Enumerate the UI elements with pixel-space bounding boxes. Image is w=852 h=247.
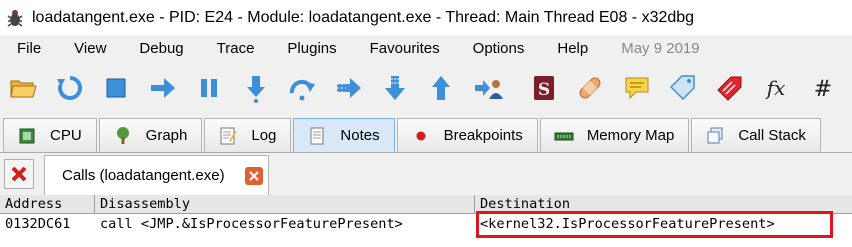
- bookmark-button[interactable]: [713, 68, 747, 108]
- toolbar: S fx #: [0, 61, 852, 115]
- tab-log[interactable]: Log: [204, 118, 292, 152]
- tab-notes[interactable]: Notes: [293, 118, 395, 152]
- menu-bar: File View Debug Trace Plugins Favourites…: [0, 35, 852, 61]
- label-button[interactable]: [666, 68, 700, 108]
- close-all-tabs-button[interactable]: [4, 159, 34, 189]
- window-title: loadatangent.exe - PID: E24 - Module: lo…: [32, 8, 695, 26]
- restart-icon: [56, 75, 82, 100]
- tab-breakpoints[interactable]: Breakpoints: [396, 118, 538, 152]
- menu-help[interactable]: Help: [540, 40, 604, 57]
- menu-file[interactable]: File: [0, 40, 57, 57]
- patch-icon: [579, 77, 601, 99]
- breakpoint-icon: [410, 125, 432, 147]
- tab-breakpoints-label: Breakpoints: [443, 127, 523, 144]
- comment-button[interactable]: [620, 68, 654, 108]
- menu-view[interactable]: View: [57, 40, 122, 57]
- animate-over-button[interactable]: [378, 68, 412, 108]
- column-header-disassembly[interactable]: Disassembly: [95, 195, 475, 214]
- step-into-button[interactable]: [238, 68, 272, 108]
- main-tab-bar: CPU Graph Log Notes Breakpoints Memory M…: [0, 115, 852, 153]
- calls-tab-label: Calls (loadatangent.exe): [62, 167, 225, 184]
- title-bar: loadatangent.exe - PID: E24 - Module: lo…: [0, 0, 852, 35]
- cpu-icon: [16, 125, 38, 147]
- svg-text:fx: fx: [765, 76, 786, 100]
- scylla-button[interactable]: S: [527, 68, 561, 108]
- execute-till-return-button[interactable]: [424, 68, 458, 108]
- animate-over-icon: [384, 76, 405, 100]
- bug-icon: [7, 9, 23, 27]
- pause-button[interactable]: [192, 68, 226, 108]
- row-disassembly: call <JMP.&IsProcessorFeaturePresent>: [100, 216, 403, 232]
- function-button[interactable]: fx: [759, 68, 793, 108]
- menu-options[interactable]: Options: [456, 40, 541, 57]
- menu-favourites[interactable]: Favourites: [353, 40, 456, 57]
- menu-plugins[interactable]: Plugins: [270, 40, 352, 57]
- destination-highlight-box: [476, 211, 833, 238]
- open-icon: [10, 80, 37, 98]
- open-button[interactable]: [6, 68, 40, 108]
- tab-graph[interactable]: Graph: [98, 118, 203, 152]
- tab-memory-map-label: Memory Map: [586, 127, 675, 144]
- execute-till-return-icon: [432, 76, 451, 100]
- close-tab-button[interactable]: [245, 167, 263, 185]
- menu-trace[interactable]: Trace: [200, 40, 271, 57]
- patch-button[interactable]: [573, 68, 607, 108]
- run-to-user-code-button[interactable]: [471, 68, 505, 108]
- restart-button[interactable]: [52, 68, 86, 108]
- tab-call-stack[interactable]: Call Stack: [691, 118, 821, 152]
- references-tab-bar: Calls (loadatangent.exe): [0, 153, 852, 195]
- tab-cpu-label: CPU: [50, 127, 82, 144]
- animate-into-button[interactable]: [331, 68, 365, 108]
- stop-button[interactable]: [99, 68, 133, 108]
- menu-debug[interactable]: Debug: [122, 40, 199, 57]
- step-into-icon: [246, 76, 265, 103]
- pause-icon: [201, 79, 218, 97]
- graph-icon: [112, 125, 134, 147]
- log-icon: [217, 125, 239, 147]
- tab-memory-map[interactable]: Memory Map: [539, 118, 690, 152]
- svg-text:#: #: [814, 77, 832, 102]
- tab-notes-label: Notes: [340, 127, 380, 144]
- comment-icon: [625, 77, 649, 100]
- tab-log-label: Log: [251, 127, 277, 144]
- run-to-user-code-icon: [474, 80, 503, 99]
- bookmark-icon: [717, 76, 742, 101]
- scylla-icon: S: [533, 76, 554, 100]
- build-date: May 9 2019: [621, 39, 700, 57]
- function-icon: fx: [765, 76, 786, 100]
- label-icon: [670, 75, 696, 101]
- tab-graph-label: Graph: [145, 127, 188, 144]
- stop-icon: [106, 78, 126, 98]
- run-icon: [150, 78, 175, 98]
- hash-button[interactable]: #: [806, 68, 840, 108]
- tab-cpu[interactable]: CPU: [3, 118, 97, 152]
- close-tab-icon: [249, 171, 259, 181]
- hash-icon: #: [814, 77, 832, 102]
- run-button[interactable]: [145, 68, 179, 108]
- column-header-address[interactable]: Address: [0, 195, 95, 214]
- notes-icon: [306, 125, 328, 147]
- close-icon: [11, 166, 27, 182]
- step-over-icon: [290, 79, 316, 101]
- row-address: 0132DC61: [5, 216, 71, 232]
- calls-tab[interactable]: Calls (loadatangent.exe): [44, 155, 269, 195]
- step-over-button[interactable]: [285, 68, 319, 108]
- call-stack-icon: [704, 125, 726, 147]
- animate-into-icon: [336, 78, 361, 98]
- calls-table: Address Disassembly Destination 0132DC61…: [0, 195, 852, 247]
- memory-map-icon: [553, 125, 575, 147]
- tab-call-stack-label: Call Stack: [738, 127, 806, 144]
- svg-text:S: S: [538, 80, 550, 100]
